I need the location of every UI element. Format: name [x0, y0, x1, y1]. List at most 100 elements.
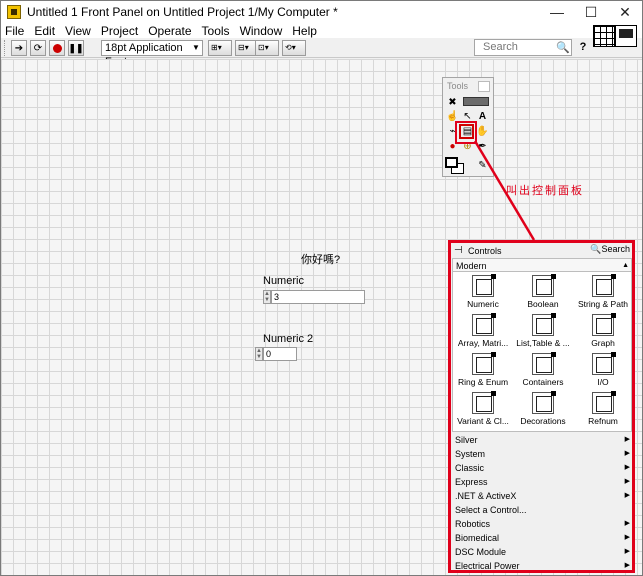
- menu-tools[interactable]: Tools: [202, 24, 230, 38]
- palette-item-graph[interactable]: Graph: [573, 313, 633, 351]
- palette-item-label: String & Path: [577, 299, 629, 309]
- align-objects-icon[interactable]: ⊞▾: [208, 40, 232, 56]
- operate-hand-icon[interactable]: ☝: [445, 109, 460, 124]
- menu-view[interactable]: View: [65, 24, 91, 38]
- string-path-icon: [592, 274, 616, 297]
- list-table-icon: [532, 313, 556, 336]
- palette-item-string-path[interactable]: String & Path: [573, 274, 633, 312]
- connector-pane-icon[interactable]: [593, 25, 615, 47]
- menu-file[interactable]: File: [5, 24, 24, 38]
- close-button[interactable]: ✕: [608, 1, 642, 23]
- palette-item-refnum[interactable]: Refnum: [573, 391, 633, 429]
- numeric-2-control[interactable]: ▲ ▼ 0: [255, 347, 297, 361]
- minimize-button[interactable]: —: [540, 1, 574, 23]
- tools-palette-close-icon[interactable]: [478, 81, 490, 92]
- category-label: DSC Module: [455, 547, 507, 557]
- position-arrow-icon[interactable]: ↖: [460, 109, 475, 124]
- numeric-2-label: Numeric 2: [263, 333, 314, 345]
- category-label: Select a Control...: [455, 505, 527, 515]
- context-help-button[interactable]: ?: [576, 40, 590, 54]
- chevron-right-icon: ▶: [624, 464, 630, 471]
- menu-bar: File Edit View Project Operate Tools Win…: [1, 23, 642, 38]
- category-system[interactable]: System ▶: [452, 447, 632, 461]
- category-electrical-power[interactable]: Electrical Power ▶: [452, 559, 632, 573]
- palette-item-numeric[interactable]: Numeric: [453, 274, 513, 312]
- palette-item-label: Boolean: [527, 299, 559, 309]
- pin-icon[interactable]: ⊣: [454, 245, 466, 256]
- increment-decrement-icon[interactable]: ▲ ▼: [255, 347, 263, 361]
- connect-wire-icon[interactable]: ⌁: [445, 124, 460, 139]
- menu-project[interactable]: Project: [101, 24, 138, 38]
- palette-item-containers[interactable]: Containers: [513, 352, 573, 390]
- palette-item-ring-enum[interactable]: Ring & Enum: [453, 352, 513, 390]
- menu-window[interactable]: Window: [240, 24, 283, 38]
- menu-operate[interactable]: Operate: [148, 24, 191, 38]
- palette-item-array-matrix[interactable]: Array, Matri...: [453, 313, 513, 351]
- tools-palette-title: Tools: [447, 81, 469, 91]
- variant-class-icon: [472, 391, 496, 414]
- category-modern[interactable]: Modern ▲: [452, 258, 632, 272]
- numeric-2-field[interactable]: 0: [263, 347, 297, 361]
- category-robotics[interactable]: Robotics ▶: [452, 517, 632, 531]
- numeric-field[interactable]: 3: [271, 290, 365, 304]
- abort-icon[interactable]: [49, 40, 65, 56]
- run-arrow-icon[interactable]: ➔: [11, 40, 27, 56]
- palette-item-label: Decorations: [520, 416, 566, 426]
- vi-icon[interactable]: [615, 25, 637, 47]
- scroll-hand-icon[interactable]: ✋: [475, 124, 490, 139]
- resize-objects-icon[interactable]: ⊡▾: [255, 40, 279, 56]
- text-tool-icon[interactable]: A: [475, 109, 490, 124]
- refnum-icon: [592, 391, 616, 414]
- palette-item-io[interactable]: I/O: [573, 352, 633, 390]
- window-controls: — ☐ ✕: [540, 1, 642, 23]
- pause-icon[interactable]: ❚❚: [68, 40, 84, 56]
- select-a-control[interactable]: Select a Control...: [452, 503, 632, 517]
- category-label: Silver: [455, 435, 478, 445]
- palette-item-label: Variant & Cl...: [457, 416, 509, 426]
- chevron-right-icon: ▶: [624, 478, 630, 485]
- category-classic[interactable]: Classic ▶: [452, 461, 632, 475]
- breakpoint-icon[interactable]: ●: [445, 139, 460, 154]
- auto-select-bar[interactable]: [463, 97, 489, 106]
- palette-item-variant-class[interactable]: Variant & Cl...: [453, 391, 513, 429]
- modern-subpalette: Numeric Boolean String & Path Array, Mat…: [452, 272, 632, 432]
- search-icon[interactable]: 🔍: [556, 41, 570, 54]
- palette-item-boolean[interactable]: Boolean: [513, 274, 573, 312]
- category-label: Express: [455, 477, 488, 487]
- category-express[interactable]: Express ▶: [452, 475, 632, 489]
- menu-help[interactable]: Help: [292, 24, 317, 38]
- palette-item-list-table[interactable]: List,Table & ...: [513, 313, 573, 351]
- category-dotnet-activex[interactable]: .NET & ActiveX ▶: [452, 489, 632, 503]
- palette-search-button[interactable]: 🔍Search: [590, 244, 630, 255]
- pencil-icon[interactable]: ✎: [475, 158, 490, 173]
- font-dropdown[interactable]: 18pt Application Font ▼: [101, 40, 203, 68]
- title-bar: Untitled 1 Front Panel on Untitled Proje…: [1, 1, 642, 23]
- run-continuously-icon[interactable]: ⟳: [30, 40, 46, 56]
- palette-item-label: Containers: [522, 377, 564, 387]
- set-color-icon[interactable]: [445, 157, 465, 174]
- labview-app-icon[interactable]: [7, 5, 21, 19]
- menu-edit[interactable]: Edit: [34, 24, 55, 38]
- category-dsc-module[interactable]: DSC Module ▶: [452, 545, 632, 559]
- palette-item-decorations[interactable]: Decorations: [513, 391, 573, 429]
- auto-tool-icon[interactable]: ✖: [445, 95, 460, 110]
- maximize-button[interactable]: ☐: [574, 1, 608, 23]
- increment-decrement-icon[interactable]: ▲ ▼: [263, 290, 271, 304]
- probe-icon[interactable]: ⊕: [460, 139, 475, 154]
- category-label: System: [455, 449, 486, 459]
- numeric-label: Numeric: [263, 275, 304, 287]
- graph-icon: [592, 313, 616, 336]
- category-biomedical[interactable]: Biomedical ▶: [452, 531, 632, 545]
- window-title: Untitled 1 Front Panel on Untitled Proje…: [27, 5, 338, 19]
- reorder-icon[interactable]: ⟲▾: [282, 40, 306, 56]
- get-color-icon[interactable]: ✒: [475, 139, 490, 154]
- chevron-right-icon: ▶: [624, 548, 630, 555]
- search-icon: 🔍: [590, 244, 602, 254]
- category-silver[interactable]: Silver ▶: [452, 433, 632, 447]
- numeric-control[interactable]: ▲ ▼ 3: [263, 290, 365, 304]
- category-label: Electrical Power: [455, 561, 520, 571]
- annotation-text: 叫出控制面板: [506, 185, 584, 197]
- toolbar-grip[interactable]: [4, 40, 7, 56]
- shortcut-menu-icon[interactable]: ▤: [460, 124, 475, 139]
- containers-icon: [532, 352, 556, 375]
